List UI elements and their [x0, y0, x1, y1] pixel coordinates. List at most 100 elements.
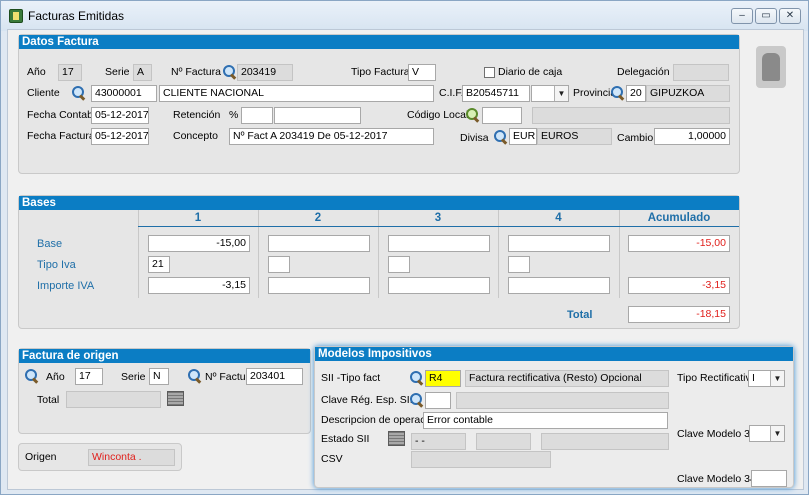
fecha-contable-field[interactable]: 05-12-2017: [91, 107, 149, 124]
origen-nfactura-field[interactable]: 203401: [246, 368, 303, 385]
importe-acumulado-field: -3,15: [628, 277, 730, 294]
nfactura-label: Nº Factura: [171, 66, 221, 78]
importe-2-field[interactable]: [268, 277, 370, 294]
search-origen-icon[interactable]: [24, 368, 39, 383]
cif-label: C.I.F.: [439, 87, 464, 99]
base-3-field[interactable]: [388, 235, 490, 252]
importe-1-field[interactable]: -3,15: [148, 277, 250, 294]
cambio-label: Cambio: [617, 132, 654, 144]
search-divisa-icon[interactable]: [493, 129, 508, 144]
title-bar: Facturas Emitidas – ▭ ✕: [1, 1, 808, 31]
search-origen-factura-icon[interactable]: [187, 368, 202, 383]
csv-label: CSV: [321, 453, 343, 465]
diario-caja-label: Diario de caja: [498, 66, 563, 78]
factura-origen-header: Factura de origen: [19, 349, 310, 363]
provincia-name-field[interactable]: GIPUZKOA: [646, 85, 730, 102]
importe-4-field[interactable]: [508, 277, 610, 294]
search-clave-reg-icon[interactable]: [409, 392, 424, 407]
retencion-amount-field[interactable]: [274, 107, 361, 124]
concepto-field[interactable]: Nº Fact A 203419 De 05-12-2017: [229, 128, 434, 145]
estado-sii-extra-field: [476, 433, 531, 450]
cambio-field[interactable]: 1,00000: [654, 128, 730, 145]
search-cliente-icon[interactable]: [71, 85, 86, 100]
base-2-field[interactable]: [268, 235, 370, 252]
total-label: Total: [567, 309, 593, 321]
base-4-field[interactable]: [508, 235, 610, 252]
grid-lookup-icon[interactable]: [167, 391, 184, 406]
clave-347-label: Clave Modelo 347: [677, 473, 762, 485]
tipo-iva-2-field[interactable]: [268, 256, 290, 273]
search-factura-icon[interactable]: [222, 64, 237, 79]
search-sii-tipo-icon[interactable]: [409, 370, 424, 385]
retencion-pct-field[interactable]: [241, 107, 273, 124]
sii-tipo-label: SII -Tipo fact: [321, 372, 381, 384]
divisa-code-field[interactable]: EUR: [509, 128, 537, 145]
tipo-iva-4-field[interactable]: [508, 256, 530, 273]
modelos-header: Modelos Impositivos: [315, 347, 793, 361]
clave-reg-label: Clave Rég. Esp. SII: [321, 394, 413, 406]
search-provincia-icon[interactable]: [610, 85, 625, 100]
factura-origen-panel: Factura de origen Año 17 Serie N Nº Fact…: [18, 348, 311, 434]
tipo-rectificativa-label: Tipo Rectificativa: [677, 372, 757, 384]
chevron-down-icon: ▼: [554, 86, 568, 101]
tipo-rectificativa-dropdown[interactable]: I ▼: [748, 370, 785, 387]
csv-field: [411, 451, 551, 468]
nfactura-field[interactable]: 203419: [237, 64, 293, 81]
document-thumbnail: [756, 46, 786, 88]
col-3-header: 3: [434, 212, 442, 224]
col-2-header: 2: [314, 212, 322, 224]
diario-caja-checkbox[interactable]: [484, 67, 495, 78]
serie-field[interactable]: A: [133, 64, 152, 81]
tipo-iva-1-field[interactable]: 21: [148, 256, 170, 273]
origen-anio-label: Año: [46, 371, 65, 383]
chevron-down-icon: ▼: [770, 371, 784, 386]
sii-tipo-code-field[interactable]: R4: [425, 370, 461, 387]
base-label: Base: [37, 238, 63, 250]
cif-type-dropdown[interactable]: ▼: [531, 85, 569, 102]
tipo-factura-label: Tipo Factura: [351, 66, 410, 78]
clave-340-dropdown[interactable]: ▼: [749, 425, 785, 442]
importe-3-field[interactable]: [388, 277, 490, 294]
search-codigo-local-icon[interactable]: [465, 107, 480, 122]
tipo-factura-field[interactable]: V: [408, 64, 436, 81]
grid-estado-icon[interactable]: [388, 431, 405, 446]
descripcion-field[interactable]: Error contable: [423, 412, 668, 429]
anio-label: Año: [27, 66, 46, 78]
descripcion-label: Descripcion de operacion: [321, 414, 440, 426]
datos-factura-panel: Datos Factura Año 17 Serie A Nº Factura …: [18, 34, 740, 174]
col-4-header: 4: [555, 212, 562, 224]
delegacion-field[interactable]: [673, 64, 729, 81]
bases-panel: Bases 1 2 3 4 Acumulado Base -15,00 -15,…: [18, 195, 740, 329]
fecha-factura-label: Fecha Factura: [27, 130, 95, 142]
clave-347-field[interactable]: [751, 470, 787, 487]
sii-tipo-desc-field: Factura rectificativa (Resto) Opcional: [465, 370, 669, 387]
codigo-local-field[interactable]: [482, 107, 522, 124]
anio-field[interactable]: 17: [58, 64, 82, 81]
bases-header: Bases: [19, 196, 739, 210]
fecha-factura-field[interactable]: 05-12-2017: [91, 128, 149, 145]
minimize-button[interactable]: –: [731, 8, 753, 24]
origen-box: Origen Winconta .: [18, 443, 182, 471]
close-button[interactable]: ✕: [779, 8, 801, 24]
divisa-name-field[interactable]: EUROS: [537, 128, 612, 145]
tipo-iva-3-field[interactable]: [388, 256, 410, 273]
restore-button[interactable]: ▭: [755, 8, 777, 24]
divisa-label: Divisa: [460, 132, 489, 144]
tipo-rectificativa-value: I: [752, 372, 755, 384]
clave-reg-code-field[interactable]: [425, 392, 451, 409]
cif-field[interactable]: B20545711: [462, 85, 530, 102]
origen-total-field[interactable]: [66, 391, 161, 408]
origen-anio-field[interactable]: 17: [75, 368, 103, 385]
total-field: -18,15: [628, 306, 730, 323]
form-area: Datos Factura Año 17 Serie A Nº Factura …: [7, 29, 804, 490]
origen-serie-label: Serie: [121, 371, 146, 383]
codigo-local-desc-field[interactable]: [532, 107, 730, 124]
estado-sii-desc-field: [541, 433, 669, 450]
cliente-code-field[interactable]: 43000001: [91, 85, 157, 102]
estado-sii-label: Estado SII: [321, 433, 370, 445]
origen-serie-field[interactable]: N: [149, 368, 169, 385]
cliente-name-field[interactable]: CLIENTE NACIONAL: [159, 85, 434, 102]
modelos-impositivos-panel: Modelos Impositivos SII -Tipo fact R4 Fa…: [314, 346, 794, 488]
base-1-field[interactable]: -15,00: [148, 235, 250, 252]
provincia-code-field[interactable]: 20: [626, 85, 646, 102]
